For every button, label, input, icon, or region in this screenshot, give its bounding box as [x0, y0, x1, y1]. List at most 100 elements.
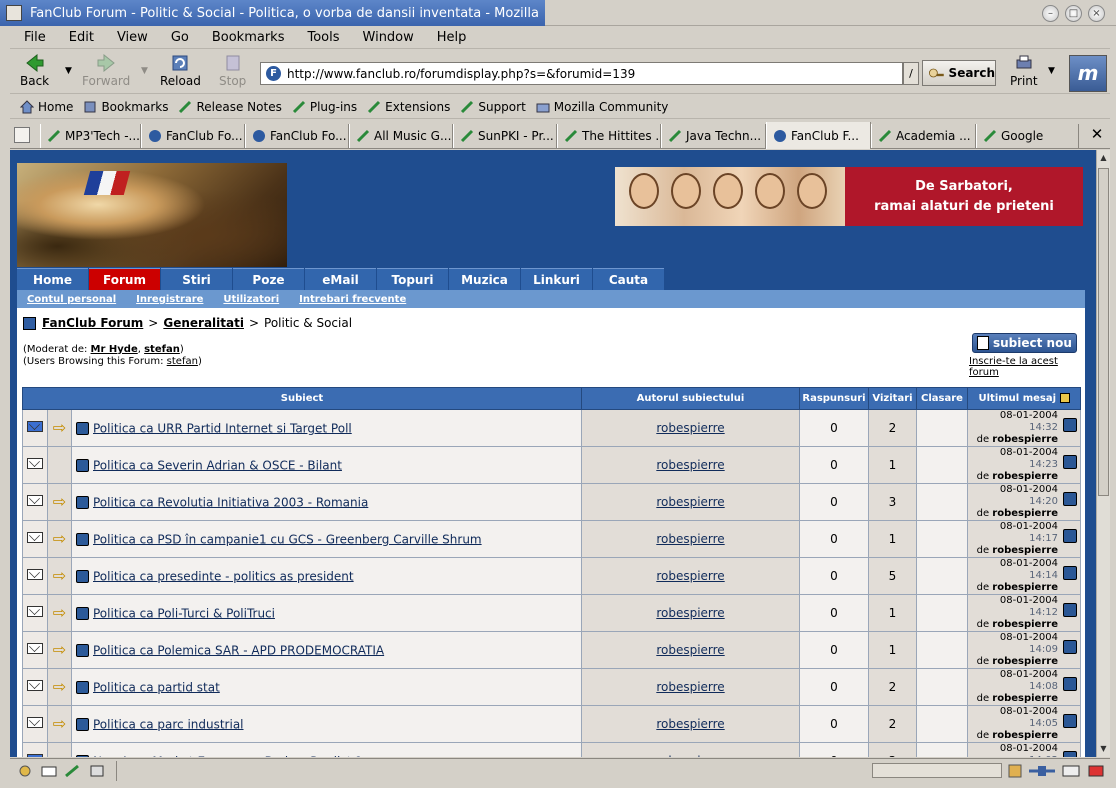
thread-title-link[interactable]: Politica ca parc industrial: [93, 717, 244, 731]
thread-author-link[interactable]: robespierre: [656, 458, 724, 472]
browser-tab[interactable]: Java Techn...: [661, 124, 766, 148]
back-dropdown-icon[interactable]: ▼: [65, 66, 72, 76]
browser-tab[interactable]: SunPKI - Pr...: [453, 124, 557, 148]
last-post-author-link[interactable]: robespierre: [992, 693, 1058, 704]
stop-button[interactable]: Stop: [219, 54, 246, 88]
security-icon[interactable]: [1007, 763, 1023, 779]
cookie-icon[interactable]: [1088, 764, 1104, 778]
go-to-last-post-icon[interactable]: [1063, 714, 1077, 728]
last-post-author-link[interactable]: robespierre: [992, 619, 1058, 630]
thread-title-link[interactable]: Politica ca presedinte - politics as pre…: [93, 569, 354, 583]
col-author[interactable]: Autorul subiectului: [581, 387, 800, 410]
page-scrollbar[interactable]: ▲ ▼: [1096, 150, 1110, 757]
personal-plugins-link[interactable]: Plug-ins: [292, 100, 357, 114]
site-tab-stiri[interactable]: Stiri: [161, 268, 232, 290]
browser-tab[interactable]: MP3'Tech -...: [40, 124, 141, 148]
menu-file[interactable]: File: [24, 30, 46, 45]
thread-title-link[interactable]: Politica ca Poli-Turci & PoliTruci: [93, 606, 275, 620]
browser-tab[interactable]: Academia ...: [871, 124, 976, 148]
thread-title-link[interactable]: Politica ca Polemica SAR - APD PRODEMOCR…: [93, 643, 384, 657]
thread-title-link[interactable]: Politica ca partid stat: [93, 680, 220, 694]
thread-author-link[interactable]: robespierre: [656, 569, 724, 583]
url-field[interactable]: F http://www.fanclub.ro/forumdisplay.php…: [260, 62, 903, 85]
personal-support-link[interactable]: Support: [460, 100, 526, 114]
go-to-last-post-icon[interactable]: [1063, 455, 1077, 469]
thread-title-link[interactable]: Politica ca URR Partid Internet si Targe…: [93, 421, 352, 435]
sort-desc-icon[interactable]: [1059, 393, 1070, 403]
scroll-thumb[interactable]: [1098, 168, 1109, 496]
subnav-faq[interactable]: Intrebari frecvente: [299, 294, 406, 305]
site-tab-forum[interactable]: Forum: [89, 268, 160, 290]
search-button[interactable]: Search: [922, 60, 996, 86]
close-window-icon[interactable]: ×: [1088, 5, 1105, 22]
menu-help[interactable]: Help: [437, 30, 467, 45]
composer-icon[interactable]: [64, 764, 82, 778]
thread-title-link[interactable]: Politica ca Severin Adrian & OSCE - Bila…: [93, 458, 342, 472]
last-post-author-link[interactable]: robespierre: [992, 471, 1058, 482]
go-to-last-post-icon[interactable]: [1063, 566, 1077, 580]
last-post-author-link[interactable]: robespierre: [992, 656, 1058, 667]
advert-banner[interactable]: De Sarbatori, ramai alaturi de prieteni: [615, 167, 1083, 226]
thread-author-link[interactable]: robespierre: [656, 680, 724, 694]
reload-button[interactable]: Reload: [160, 54, 201, 88]
browser-tab[interactable]: FanClub Fo...: [141, 124, 245, 148]
thread-title-link[interactable]: Politica ca PSD în campanie1 cu GCS - Gr…: [93, 532, 482, 546]
site-tab-muzica[interactable]: Muzica: [449, 268, 520, 290]
navigator-icon[interactable]: [16, 764, 34, 778]
last-post-author-link[interactable]: robespierre: [992, 582, 1058, 593]
maximize-icon[interactable]: □: [1065, 5, 1082, 22]
subscribe-forum-link[interactable]: Inscrie-te la acest forum: [969, 356, 1085, 378]
thread-author-link[interactable]: robespierre: [656, 421, 724, 435]
moderator-link[interactable]: stefan: [144, 344, 180, 355]
col-replies[interactable]: Raspunsuri: [799, 387, 869, 410]
thread-title-link[interactable]: Non Agro Market Economy - Broken Predict…: [93, 754, 362, 757]
site-tab-cauta[interactable]: Cauta: [593, 268, 664, 290]
go-to-last-post-icon[interactable]: [1063, 677, 1077, 691]
site-tab-poze[interactable]: Poze: [233, 268, 304, 290]
print-button[interactable]: Print: [1010, 54, 1038, 88]
personal-community-link[interactable]: Mozilla Community: [536, 100, 668, 114]
new-topic-button[interactable]: subiect nou: [972, 333, 1077, 353]
menu-tools[interactable]: Tools: [307, 30, 339, 45]
site-tab-home[interactable]: Home: [17, 268, 88, 290]
subnav-personal-account[interactable]: Contul personal: [27, 294, 116, 305]
personal-extensions-link[interactable]: Extensions: [367, 100, 450, 114]
menu-edit[interactable]: Edit: [69, 30, 94, 45]
thread-author-link[interactable]: robespierre: [656, 532, 724, 546]
menu-bookmarks[interactable]: Bookmarks: [212, 30, 285, 45]
breadcrumb-category-link[interactable]: Generalitati: [163, 316, 244, 330]
last-post-author-link[interactable]: robespierre: [992, 545, 1058, 556]
last-post-author-link[interactable]: robespierre: [992, 730, 1058, 741]
breadcrumb-forum-link[interactable]: FanClub Forum: [42, 316, 143, 330]
thread-author-link[interactable]: robespierre: [656, 606, 724, 620]
back-button[interactable]: Back: [20, 54, 49, 88]
close-tab-icon[interactable]: ✕: [1088, 125, 1106, 145]
new-tab-icon[interactable]: [14, 127, 30, 143]
thread-author-link[interactable]: robespierre: [656, 495, 724, 509]
menu-view[interactable]: View: [117, 30, 148, 45]
personal-home-link[interactable]: Home: [20, 100, 73, 114]
print-dropdown-icon[interactable]: ▼: [1048, 66, 1055, 76]
col-views[interactable]: Vizitari: [868, 387, 917, 410]
go-to-last-post-icon[interactable]: [1063, 751, 1077, 757]
thread-author-link[interactable]: robespierre: [656, 754, 724, 757]
col-last-post[interactable]: Ultimul mesaj: [967, 387, 1081, 410]
moderator-link[interactable]: Mr Hyde: [91, 344, 138, 355]
site-tab-email[interactable]: eMail: [305, 268, 376, 290]
go-to-last-post-icon[interactable]: [1063, 603, 1077, 617]
url-history-dropdown-icon[interactable]: /: [903, 62, 919, 85]
site-tab-linkuri[interactable]: Linkuri: [521, 268, 592, 290]
site-tab-topuri[interactable]: Topuri: [377, 268, 448, 290]
browsing-user-link[interactable]: stefan: [167, 356, 198, 367]
forward-button[interactable]: Forward: [82, 54, 130, 88]
go-to-last-post-icon[interactable]: [1063, 640, 1077, 654]
go-to-last-post-icon[interactable]: [1063, 529, 1077, 543]
thread-title-link[interactable]: Politica ca Revolutia Initiativa 2003 - …: [93, 495, 368, 509]
subnav-register[interactable]: Inregistrare: [136, 294, 203, 305]
subnav-users[interactable]: Utilizatori: [223, 294, 279, 305]
forward-dropdown-icon[interactable]: ▼: [141, 66, 148, 76]
scroll-down-icon[interactable]: ▼: [1098, 743, 1109, 755]
throbber-logo[interactable]: m: [1069, 55, 1107, 92]
menu-window[interactable]: Window: [363, 30, 414, 45]
col-rating[interactable]: Clasare: [916, 387, 968, 410]
